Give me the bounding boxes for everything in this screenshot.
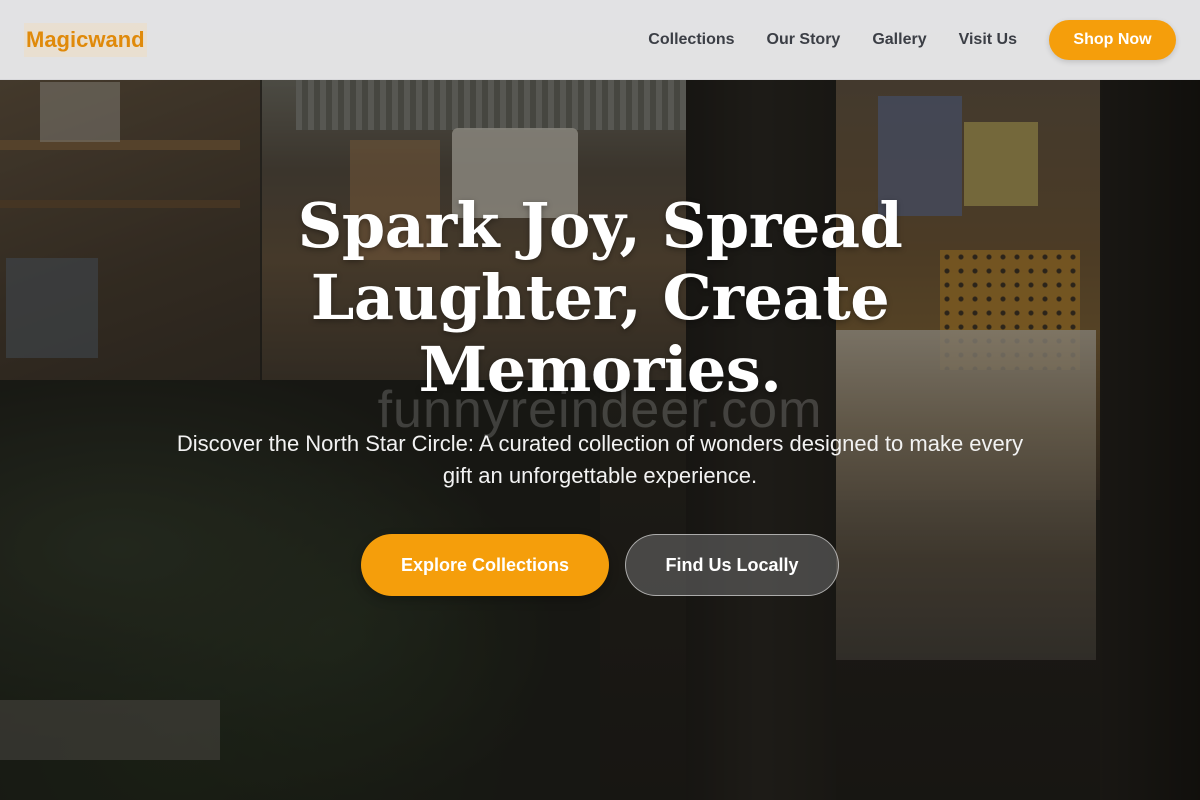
nav-link-visit-us[interactable]: Visit Us [959,31,1017,49]
find-us-locally-button[interactable]: Find Us Locally [625,534,839,596]
shop-now-button[interactable]: Shop Now [1049,19,1176,60]
main-nav: Collections Our Story Gallery Visit Us S… [648,19,1176,60]
brand-logo[interactable]: Magicwand [24,22,147,57]
nav-link-our-story[interactable]: Our Story [767,31,841,49]
nav-link-gallery[interactable]: Gallery [872,31,926,49]
site-header: Magicwand Collections Our Story Gallery … [0,0,1200,80]
explore-collections-button[interactable]: Explore Collections [361,534,609,596]
hero-title: Spark Joy, Spread Laughter, Create Memor… [297,189,903,406]
hero-subtitle: Discover the North Star Circle: A curate… [176,431,1024,488]
hero-cta-row: Explore Collections Find Us Locally [0,534,1200,596]
nav-link-collections[interactable]: Collections [648,31,734,49]
hero-section: Spark Joy, Spread Laughter, Create Memor… [0,190,1200,596]
